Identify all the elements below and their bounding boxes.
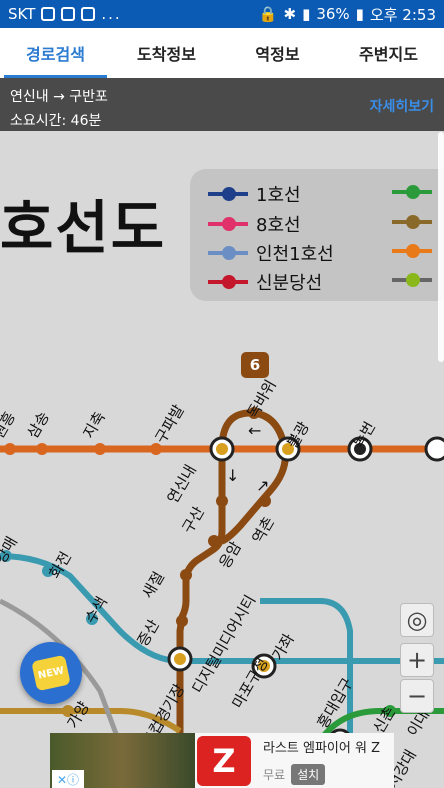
- instagram-icon: [61, 7, 76, 21]
- svg-text:↗: ↗: [256, 476, 269, 495]
- status-bar: SKT ... 🔒 ✱ ▮ 36% ▮ 오후 2:53: [0, 0, 444, 28]
- ad-close-icon[interactable]: ✕ⓘ: [52, 770, 84, 788]
- ad-install-button[interactable]: 설치: [291, 763, 326, 785]
- legend-swatch: [392, 215, 432, 229]
- legend-swatch: [392, 185, 432, 199]
- legend-label: 1호선: [256, 185, 301, 206]
- image-icon: [81, 7, 96, 21]
- legend-label: 8호선: [256, 215, 301, 236]
- tab-route-search[interactable]: 경로검색: [0, 28, 111, 78]
- legend-label: 신분당선: [256, 273, 323, 294]
- detail-link[interactable]: 자세히보기: [370, 96, 434, 116]
- battery-label: 36%: [316, 5, 350, 23]
- lock-icon: 🔒: [258, 5, 278, 23]
- map-legend: 1호선 8호선 인천1호선 신분당선: [190, 169, 444, 301]
- ad-logo: Z: [197, 735, 251, 786]
- legend-swatch: [392, 244, 432, 258]
- instagram-icon: [41, 7, 56, 21]
- subway-map[interactable]: ← ↓ ↗ 호선도 1호선 8호선 인천1호선 신분당선 6 원흥 삼송 지축 …: [0, 131, 444, 788]
- tab-station-info[interactable]: 역정보: [222, 28, 333, 78]
- new-feature-button[interactable]: NEW: [20, 642, 82, 704]
- signal-icon: ▮: [302, 5, 311, 23]
- legend-swatch: [392, 273, 432, 287]
- zoom-out-button[interactable]: −: [400, 679, 434, 713]
- line-badge: 6: [241, 352, 269, 378]
- route-summary: 연신내 → 구반포 소요시간: 46분 자세히보기: [0, 78, 444, 131]
- legend-label: 인천1호선: [256, 244, 334, 265]
- svg-text:↓: ↓: [226, 466, 239, 485]
- bluetooth-icon: ✱: [283, 5, 297, 23]
- locate-button[interactable]: ◎: [400, 603, 434, 637]
- battery-icon: ▮: [355, 5, 364, 23]
- legend-item: 1호선: [208, 181, 301, 207]
- clock: 오후 2:53: [369, 5, 436, 24]
- ad-banner[interactable]: Z 라스트 엠파이어 워 Z 무료 설치: [50, 733, 394, 788]
- svg-text:←: ←: [248, 421, 261, 440]
- scrollbar[interactable]: [438, 132, 444, 362]
- tab-bar: 경로검색 도착정보 역정보 주변지도: [0, 28, 444, 78]
- carrier-label: SKT: [8, 5, 36, 23]
- map-title: 호선도: [0, 194, 167, 262]
- legend-swatch: [208, 217, 248, 231]
- legend-swatch: [208, 246, 248, 260]
- legend-item: 신분당선: [208, 269, 322, 295]
- tab-arrival-info[interactable]: 도착정보: [111, 28, 222, 78]
- more-notifications: ...: [101, 5, 122, 23]
- tab-nearby-map[interactable]: 주변지도: [333, 28, 444, 78]
- legend-item: 인천1호선: [208, 240, 334, 266]
- ad-title: 라스트 엠파이어 워 Z: [263, 740, 380, 756]
- legend-swatch: [208, 187, 248, 201]
- new-badge-icon: NEW: [31, 654, 71, 692]
- ad-price: 무료: [263, 767, 286, 782]
- zoom-in-button[interactable]: +: [400, 643, 434, 677]
- legend-item: 8호선: [208, 211, 301, 237]
- legend-swatch: [208, 275, 248, 289]
